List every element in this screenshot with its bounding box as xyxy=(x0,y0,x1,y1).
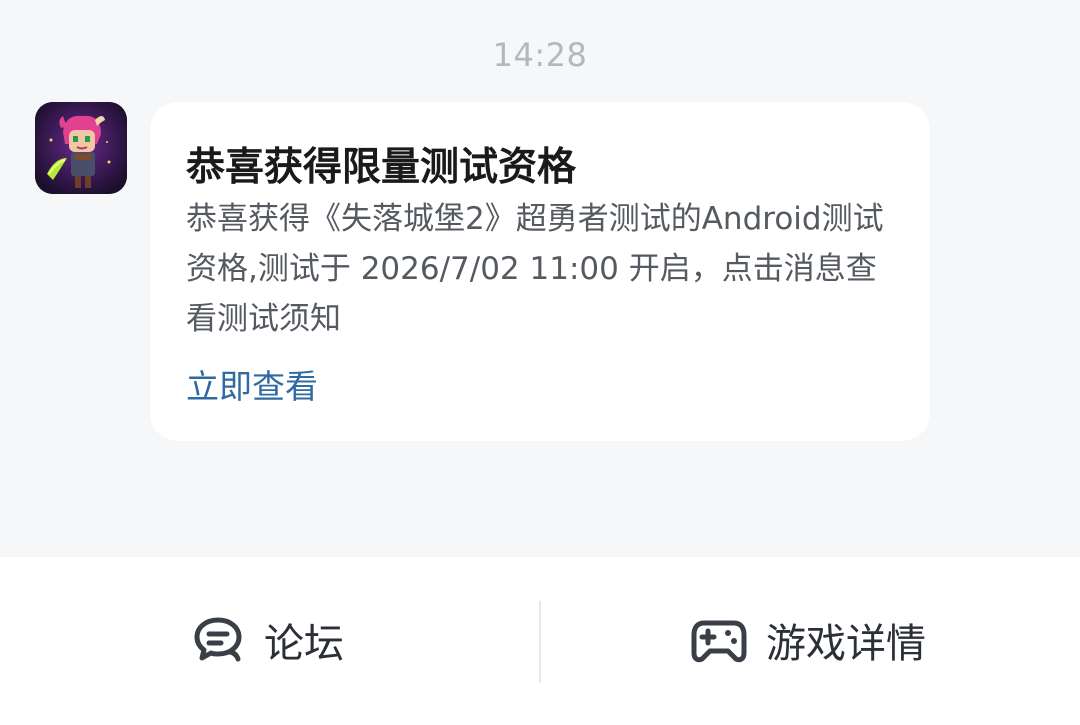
message-body: 恭喜获得《失落城堡2》超勇者测试的Android测试资格,测试于 2026/7/… xyxy=(186,201,884,337)
app-avatar[interactable] xyxy=(35,102,127,194)
forum-button[interactable]: 论坛 xyxy=(192,603,344,677)
chat-area: 14:28 恭喜获得限量测试资格 恭喜获得《失落城堡2》超勇者测试的Androi… xyxy=(0,0,1080,557)
view-now-link[interactable]: 立即查看 xyxy=(186,360,318,408)
bottom-action-bar: 论坛 游戏详情 xyxy=(0,557,1080,725)
game-details-label: 游戏详情 xyxy=(766,621,926,667)
chat-bubble-icon xyxy=(194,617,242,662)
message-timestamp: 14:28 xyxy=(492,36,588,74)
game-character-icon xyxy=(35,102,127,194)
message-title: 恭喜获得限量测试资格 xyxy=(186,145,577,190)
notification-card[interactable]: 恭喜获得限量测试资格 恭喜获得《失落城堡2》超勇者测试的Android测试资格,… xyxy=(150,102,930,441)
bar-divider xyxy=(539,601,541,683)
forum-label: 论坛 xyxy=(264,621,344,667)
gamepad-icon xyxy=(691,620,747,663)
game-details-button[interactable]: 游戏详情 xyxy=(690,603,926,677)
